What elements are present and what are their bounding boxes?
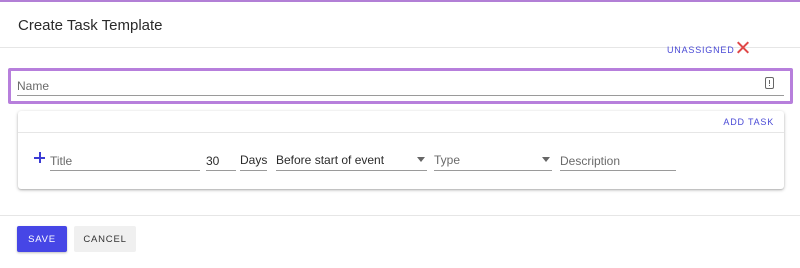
add-task-button[interactable]: ADD TASK	[723, 117, 774, 127]
save-button[interactable]: SAVE	[17, 226, 67, 252]
info-box-icon	[765, 77, 774, 89]
cancel-button[interactable]: CANCEL	[74, 226, 136, 252]
offset-unit-label: Days	[240, 153, 268, 167]
offset-unit: Days	[240, 150, 267, 171]
assignee-button[interactable]: UNASSIGNED	[667, 45, 735, 55]
description-input[interactable]	[560, 150, 676, 169]
timing-select[interactable]: Before start of event	[276, 150, 427, 171]
offset-count-input[interactable]	[206, 150, 236, 169]
offset-count-field[interactable]	[206, 150, 236, 171]
dialog-title: Create Task Template	[18, 17, 163, 34]
task-title-input[interactable]	[50, 150, 200, 169]
type-select-placeholder: Type	[434, 153, 461, 167]
top-accent-line	[0, 0, 800, 2]
task-title-field[interactable]	[50, 150, 200, 171]
type-select[interactable]: Type	[434, 150, 552, 171]
task-card: ADD TASK Days Before start of event Type	[18, 111, 784, 189]
close-icon[interactable]	[736, 41, 749, 54]
card-divider	[18, 132, 784, 133]
description-field[interactable]	[560, 150, 676, 171]
timing-select-value: Before start of event	[276, 153, 385, 167]
chevron-down-icon	[417, 157, 425, 162]
footer-divider	[0, 215, 800, 216]
name-input[interactable]	[17, 74, 737, 94]
chevron-down-icon	[542, 157, 550, 162]
plus-icon[interactable]	[34, 152, 45, 163]
name-field[interactable]	[17, 74, 784, 96]
